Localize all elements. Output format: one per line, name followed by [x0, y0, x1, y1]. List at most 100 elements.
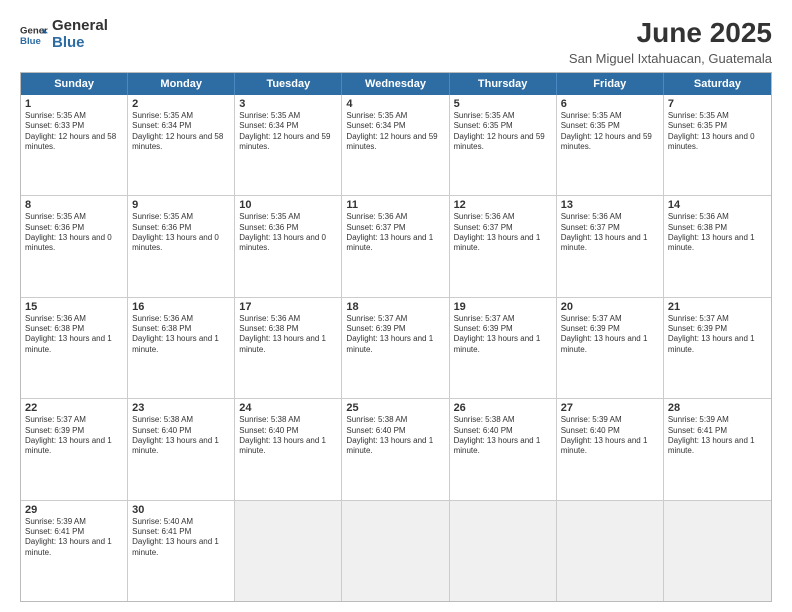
cell-info: Sunrise: 5:35 AMSunset: 6:34 PMDaylight:… [239, 111, 337, 153]
calendar-cell: 13Sunrise: 5:36 AMSunset: 6:37 PMDayligh… [557, 196, 664, 296]
cell-info: Sunrise: 5:39 AMSunset: 6:40 PMDaylight:… [561, 415, 659, 457]
cell-day-number: 4 [346, 98, 444, 110]
cell-day-number: 7 [668, 98, 767, 110]
calendar-cell: 5Sunrise: 5:35 AMSunset: 6:35 PMDaylight… [450, 95, 557, 195]
calendar-cell: 29Sunrise: 5:39 AMSunset: 6:41 PMDayligh… [21, 501, 128, 601]
logo-blue: Blue [52, 35, 108, 52]
cell-day-number: 16 [132, 301, 230, 313]
calendar-cell: 14Sunrise: 5:36 AMSunset: 6:38 PMDayligh… [664, 196, 771, 296]
calendar-cell: 3Sunrise: 5:35 AMSunset: 6:34 PMDaylight… [235, 95, 342, 195]
header-cell-friday: Friday [557, 73, 664, 95]
header: General Blue General Blue June 2025 San … [20, 18, 772, 66]
cell-info: Sunrise: 5:37 AMSunset: 6:39 PMDaylight:… [346, 314, 444, 356]
calendar-cell: 6Sunrise: 5:35 AMSunset: 6:35 PMDaylight… [557, 95, 664, 195]
calendar-cell: 21Sunrise: 5:37 AMSunset: 6:39 PMDayligh… [664, 298, 771, 398]
cell-info: Sunrise: 5:35 AMSunset: 6:36 PMDaylight:… [239, 212, 337, 254]
header-cell-tuesday: Tuesday [235, 73, 342, 95]
calendar-cell [664, 501, 771, 601]
cell-info: Sunrise: 5:38 AMSunset: 6:40 PMDaylight:… [132, 415, 230, 457]
cell-info: Sunrise: 5:39 AMSunset: 6:41 PMDaylight:… [25, 517, 123, 559]
cell-day-number: 27 [561, 402, 659, 414]
cell-day-number: 6 [561, 98, 659, 110]
cell-day-number: 17 [239, 301, 337, 313]
cell-info: Sunrise: 5:36 AMSunset: 6:38 PMDaylight:… [668, 212, 767, 254]
cell-info: Sunrise: 5:35 AMSunset: 6:34 PMDaylight:… [346, 111, 444, 153]
calendar-cell [342, 501, 449, 601]
cell-info: Sunrise: 5:38 AMSunset: 6:40 PMDaylight:… [239, 415, 337, 457]
calendar-row-5: 29Sunrise: 5:39 AMSunset: 6:41 PMDayligh… [21, 500, 771, 601]
page: General Blue General Blue June 2025 San … [0, 0, 792, 612]
cell-day-number: 9 [132, 199, 230, 211]
logo-general: General [52, 18, 108, 35]
cell-info: Sunrise: 5:36 AMSunset: 6:38 PMDaylight:… [239, 314, 337, 356]
cell-day-number: 14 [668, 199, 767, 211]
calendar-cell: 24Sunrise: 5:38 AMSunset: 6:40 PMDayligh… [235, 399, 342, 499]
cell-day-number: 10 [239, 199, 337, 211]
calendar-cell: 23Sunrise: 5:38 AMSunset: 6:40 PMDayligh… [128, 399, 235, 499]
header-cell-saturday: Saturday [664, 73, 771, 95]
logo: General Blue General Blue [20, 18, 108, 51]
cell-info: Sunrise: 5:35 AMSunset: 6:34 PMDaylight:… [132, 111, 230, 153]
calendar-cell: 15Sunrise: 5:36 AMSunset: 6:38 PMDayligh… [21, 298, 128, 398]
calendar-cell: 11Sunrise: 5:36 AMSunset: 6:37 PMDayligh… [342, 196, 449, 296]
cell-day-number: 8 [25, 199, 123, 211]
calendar-cell: 1Sunrise: 5:35 AMSunset: 6:33 PMDaylight… [21, 95, 128, 195]
cell-info: Sunrise: 5:37 AMSunset: 6:39 PMDaylight:… [668, 314, 767, 356]
cell-info: Sunrise: 5:37 AMSunset: 6:39 PMDaylight:… [25, 415, 123, 457]
calendar-cell: 7Sunrise: 5:35 AMSunset: 6:35 PMDaylight… [664, 95, 771, 195]
header-cell-wednesday: Wednesday [342, 73, 449, 95]
header-cell-thursday: Thursday [450, 73, 557, 95]
calendar-row-3: 15Sunrise: 5:36 AMSunset: 6:38 PMDayligh… [21, 297, 771, 398]
cell-info: Sunrise: 5:37 AMSunset: 6:39 PMDaylight:… [561, 314, 659, 356]
calendar-cell [450, 501, 557, 601]
cell-day-number: 20 [561, 301, 659, 313]
calendar-body: 1Sunrise: 5:35 AMSunset: 6:33 PMDaylight… [21, 95, 771, 601]
cell-info: Sunrise: 5:35 AMSunset: 6:35 PMDaylight:… [454, 111, 552, 153]
calendar-cell: 22Sunrise: 5:37 AMSunset: 6:39 PMDayligh… [21, 399, 128, 499]
calendar: SundayMondayTuesdayWednesdayThursdayFrid… [20, 72, 772, 602]
cell-day-number: 11 [346, 199, 444, 211]
calendar-cell [557, 501, 664, 601]
calendar-cell: 2Sunrise: 5:35 AMSunset: 6:34 PMDaylight… [128, 95, 235, 195]
calendar-cell: 25Sunrise: 5:38 AMSunset: 6:40 PMDayligh… [342, 399, 449, 499]
calendar-subtitle: San Miguel Ixtahuacan, Guatemala [569, 51, 772, 66]
title-block: June 2025 San Miguel Ixtahuacan, Guatema… [569, 18, 772, 66]
cell-info: Sunrise: 5:35 AMSunset: 6:36 PMDaylight:… [132, 212, 230, 254]
cell-info: Sunrise: 5:36 AMSunset: 6:38 PMDaylight:… [25, 314, 123, 356]
cell-info: Sunrise: 5:36 AMSunset: 6:37 PMDaylight:… [346, 212, 444, 254]
cell-info: Sunrise: 5:35 AMSunset: 6:35 PMDaylight:… [668, 111, 767, 153]
cell-info: Sunrise: 5:40 AMSunset: 6:41 PMDaylight:… [132, 517, 230, 559]
calendar-cell: 27Sunrise: 5:39 AMSunset: 6:40 PMDayligh… [557, 399, 664, 499]
cell-day-number: 2 [132, 98, 230, 110]
header-cell-monday: Monday [128, 73, 235, 95]
cell-day-number: 13 [561, 199, 659, 211]
cell-info: Sunrise: 5:36 AMSunset: 6:37 PMDaylight:… [454, 212, 552, 254]
calendar-cell: 20Sunrise: 5:37 AMSunset: 6:39 PMDayligh… [557, 298, 664, 398]
calendar-cell: 12Sunrise: 5:36 AMSunset: 6:37 PMDayligh… [450, 196, 557, 296]
cell-day-number: 22 [25, 402, 123, 414]
cell-info: Sunrise: 5:35 AMSunset: 6:35 PMDaylight:… [561, 111, 659, 153]
calendar-row-4: 22Sunrise: 5:37 AMSunset: 6:39 PMDayligh… [21, 398, 771, 499]
cell-day-number: 26 [454, 402, 552, 414]
calendar-cell: 28Sunrise: 5:39 AMSunset: 6:41 PMDayligh… [664, 399, 771, 499]
calendar-cell: 10Sunrise: 5:35 AMSunset: 6:36 PMDayligh… [235, 196, 342, 296]
calendar-row-2: 8 Sunrise: 5:35 AMSunset: 6:36 PMDaylight… [21, 195, 771, 296]
calendar-row-1: 1Sunrise: 5:35 AMSunset: 6:33 PMDaylight… [21, 95, 771, 195]
cell-info: Sunrise: 5:39 AMSunset: 6:41 PMDaylight:… [668, 415, 767, 457]
calendar-cell: 9Sunrise: 5:35 AMSunset: 6:36 PMDaylight… [128, 196, 235, 296]
calendar-cell: 30Sunrise: 5:40 AMSunset: 6:41 PMDayligh… [128, 501, 235, 601]
cell-day-number: 28 [668, 402, 767, 414]
cell-day-number: 3 [239, 98, 337, 110]
calendar-cell: 18Sunrise: 5:37 AMSunset: 6:39 PMDayligh… [342, 298, 449, 398]
cell-info: Sunrise: 5:37 AMSunset: 6:39 PMDaylight:… [454, 314, 552, 356]
cell-info: Sunrise: 5:38 AMSunset: 6:40 PMDaylight:… [454, 415, 552, 457]
calendar-header: SundayMondayTuesdayWednesdayThursdayFrid… [21, 73, 771, 95]
calendar-cell: 17Sunrise: 5:36 AMSunset: 6:38 PMDayligh… [235, 298, 342, 398]
svg-text:Blue: Blue [20, 35, 41, 46]
calendar-cell: 8Sunrise: 5:35 AMSunset: 6:36 PMDaylight… [21, 196, 128, 296]
cell-day-number: 30 [132, 504, 230, 516]
calendar-title: June 2025 [569, 18, 772, 49]
cell-info: Sunrise: 5:35 AMSunset: 6:33 PMDaylight:… [25, 111, 123, 153]
cell-day-number: 23 [132, 402, 230, 414]
calendar-cell: 26Sunrise: 5:38 AMSunset: 6:40 PMDayligh… [450, 399, 557, 499]
